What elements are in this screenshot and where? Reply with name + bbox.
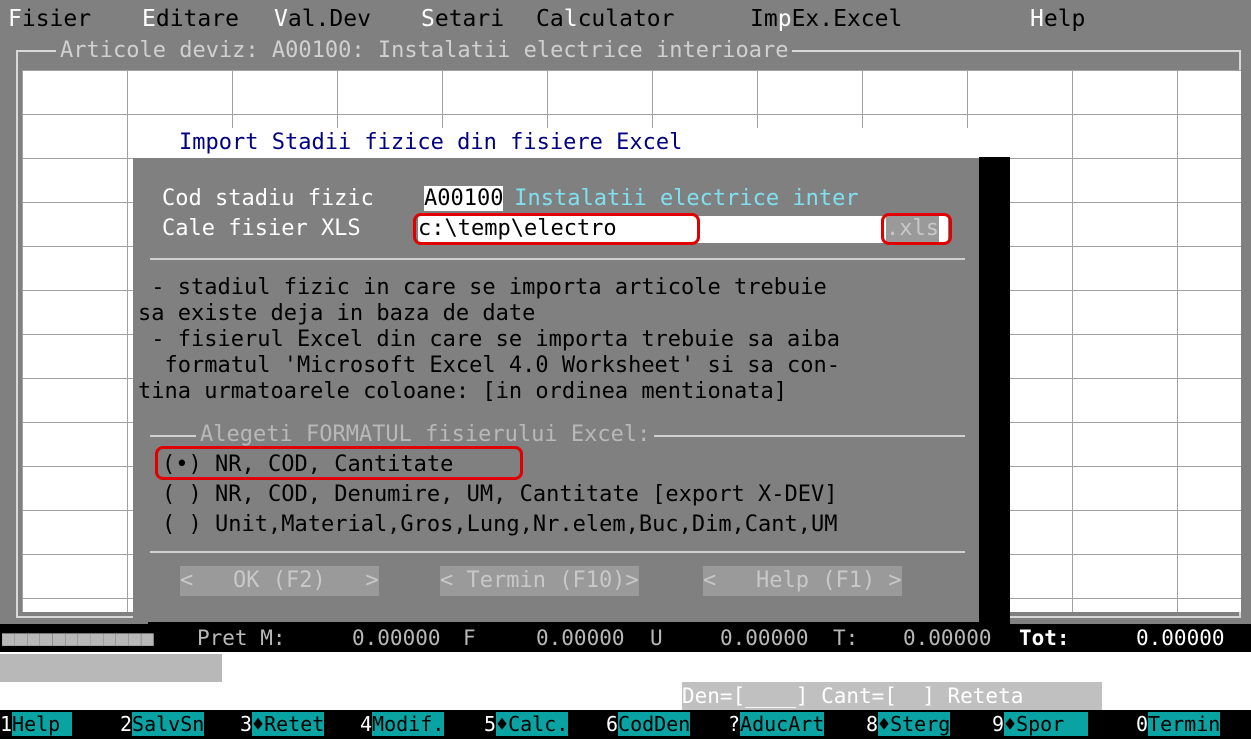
- function-key-bar: 1Help 2SalvSn 3♦Retet 4Modif. 5♦Calc. 6C…: [0, 710, 1251, 739]
- tot-value: 0.00000: [1136, 626, 1225, 650]
- menu-impexexcel[interactable]: ImpEx.Excel: [750, 0, 902, 38]
- format-option-2[interactable]: ( ) NR, COD, Denumire, UM, Cantitate [ex…: [162, 482, 838, 508]
- window-title: Articole deviz: A00100: Instalatii elect…: [56, 38, 793, 64]
- separator-top: [150, 258, 965, 260]
- m-value: 0.00000: [352, 626, 441, 650]
- f-label: F: [463, 626, 476, 650]
- cod-stadiu-label: Cod stadiu fizic: [162, 186, 388, 211]
- dialog-title: Import Stadii fizice din fisiere Excel: [133, 128, 979, 158]
- info-line: tina urmatoarele coloane: [in ordinea me…: [138, 379, 788, 404]
- format-group-label: Alegeti FORMATUL fisierului Excel:: [196, 422, 655, 447]
- info-line: sa existe deja in baza de date: [138, 301, 536, 326]
- separator-bottom: [150, 551, 965, 553]
- totals-bar: ■■■■■■■■■■■■ Pret M: 0.00000 F 0.00000 U…: [0, 624, 1251, 652]
- fkey-sterg[interactable]: 8♦Sterg: [866, 710, 951, 739]
- menu-bar: Fisier Editare Val.Dev Setari Calculator…: [0, 0, 1251, 38]
- cale-fisier-label: Cale fisier XLS: [162, 216, 374, 241]
- radio-icon: ( ): [162, 512, 202, 537]
- u-label: U: [650, 626, 663, 650]
- den-cant-reteta: Den=[____] Cant=[ ] Reteta: [682, 682, 1102, 710]
- radio-icon: ( ): [162, 482, 202, 507]
- cod-stadiu-description: Instalatii electrice inter: [501, 186, 859, 211]
- fkey-spor[interactable]: 9♦Spor: [992, 710, 1089, 739]
- menu-help[interactable]: Help: [1030, 0, 1085, 38]
- help-button[interactable]: < Help (F1) >: [703, 566, 902, 596]
- info-text: - stadiul fizic in care se importa artic…: [138, 275, 840, 405]
- fkey-retet[interactable]: 3♦Retet: [240, 710, 325, 739]
- menu-calculator[interactable]: Calculator: [536, 0, 675, 38]
- fkey-calc[interactable]: 5♦Calc.: [484, 710, 569, 739]
- info-line: - stadiul fizic in care se importa artic…: [138, 275, 827, 300]
- info-line: - fisierul Excel din care se importa tre…: [138, 327, 840, 352]
- ok-button[interactable]: < OK (F2) >: [180, 566, 379, 596]
- fkey-termin[interactable]: 0Termin: [1136, 710, 1221, 739]
- cod-stadiu-field[interactable]: A00100: [424, 186, 504, 211]
- termin-button[interactable]: < Termin (F10)>: [440, 566, 639, 596]
- menu-valdev[interactable]: Val.Dev: [274, 0, 371, 38]
- t-label: T:: [833, 626, 859, 650]
- u-value: 0.00000: [720, 626, 809, 650]
- option-highlight: [155, 446, 523, 480]
- pret-label: Pret M:: [197, 626, 286, 650]
- tot-label: Tot:: [1019, 626, 1070, 650]
- gray-strip: [0, 654, 222, 682]
- fkey-salvsn[interactable]: 2SalvSn: [120, 710, 205, 739]
- info-line: formatul 'Microsoft Excel 4.0 Worksheet'…: [138, 353, 840, 378]
- format-option-3[interactable]: ( ) Unit,Material,Gros,Lung,Nr.elem,Buc,…: [162, 512, 838, 538]
- progress-blocks: ■■■■■■■■■■■■: [2, 626, 154, 650]
- fkey-codden[interactable]: 6CodDen: [606, 710, 691, 739]
- f-value: 0.00000: [536, 626, 625, 650]
- fkey-aducart[interactable]: ?AducArt: [728, 710, 825, 739]
- menu-setari[interactable]: Setari: [421, 0, 504, 38]
- fkey-modif[interactable]: 4Modif.: [360, 710, 445, 739]
- path-highlight: [413, 213, 700, 245]
- menu-editare[interactable]: Editare: [142, 0, 239, 38]
- ext-highlight: [881, 213, 952, 245]
- fkey-help[interactable]: 1Help: [0, 710, 73, 739]
- menu-fisier[interactable]: Fisier: [8, 0, 91, 38]
- t-value: 0.00000: [903, 626, 992, 650]
